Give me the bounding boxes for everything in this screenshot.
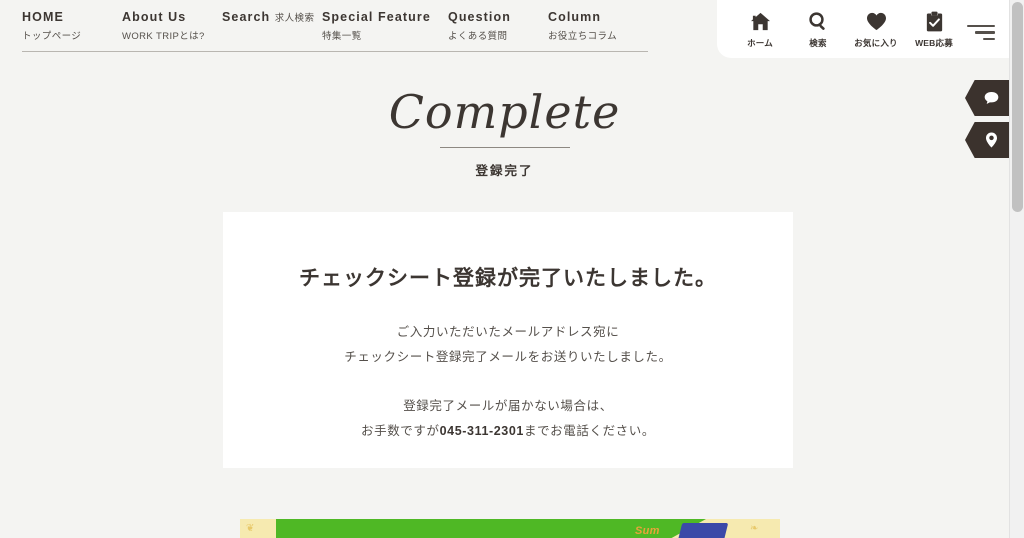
home-icon bbox=[750, 10, 771, 32]
title-divider bbox=[439, 147, 570, 149]
banner-text: Sum bbox=[635, 525, 660, 537]
utility-item-web-apply[interactable]: WEB応募 bbox=[905, 10, 963, 49]
utility-item-favorites[interactable]: お気に入り bbox=[847, 10, 905, 49]
nav-item-label-ja: 求人検索 bbox=[274, 13, 315, 24]
page-title-japanese: 登録完了 bbox=[475, 164, 534, 179]
nav-item-special-feature[interactable]: Special Feature 特集一覧 bbox=[322, 8, 448, 52]
primary-navigation: HOME トップページ About Us WORK TRIPとは? Search… bbox=[22, 8, 648, 52]
header-utility-icons: ホーム 検索 お気に入り WEB応募 bbox=[731, 10, 963, 49]
page-title-block: Complete 登録完了 bbox=[0, 88, 1009, 179]
site-header: HOME トップページ About Us WORK TRIPとは? Search… bbox=[0, 0, 1009, 62]
banner-blue-shape bbox=[677, 523, 729, 538]
nav-item-label-en: Search bbox=[222, 10, 271, 24]
utility-item-home[interactable]: ホーム bbox=[731, 10, 789, 49]
nav-item-label-en: Special Feature bbox=[322, 10, 431, 24]
nav-item-label-ja: 特集一覧 bbox=[322, 31, 362, 42]
paragraph-1-line-2: チェックシート登録完了メールをお送りいたしました。 bbox=[344, 350, 672, 364]
utility-item-label: 検索 bbox=[809, 38, 827, 48]
banner-leaf-left-icon: ❦ bbox=[246, 523, 255, 534]
nav-item-label-ja: よくある質問 bbox=[448, 31, 508, 42]
nav-item-label-en: HOME bbox=[22, 10, 64, 24]
paragraph-2-suffix: までお電話ください。 bbox=[523, 424, 655, 438]
completion-paragraph-2: 登録完了メールが届かない場合は、 お手数ですが045-311-2301までお電話… bbox=[223, 394, 793, 444]
completion-paragraph-1: ご入力いただいたメールアドレス宛に チェックシート登録完了メールをお送りいたしま… bbox=[223, 320, 793, 370]
scrollbar-thumb[interactable] bbox=[1012, 2, 1023, 212]
nav-item-label-ja: トップページ bbox=[22, 31, 82, 42]
clipboard-check-icon bbox=[926, 10, 943, 32]
nav-item-question[interactable]: Question よくある質問 bbox=[448, 8, 548, 52]
completion-card: チェックシート登録が完了いたしました。 ご入力いただいたメールアドレス宛に チェ… bbox=[223, 212, 793, 468]
utility-item-label: ホーム bbox=[747, 38, 773, 48]
hamburger-line bbox=[975, 31, 995, 34]
header-utility-panel: ホーム 検索 お気に入り WEB応募 bbox=[717, 0, 1009, 58]
nav-item-label-ja: WORK TRIPとは? bbox=[122, 31, 205, 42]
utility-item-search[interactable]: 検索 bbox=[789, 10, 847, 49]
nav-item-search[interactable]: Search 求人検索 bbox=[222, 8, 322, 52]
heart-icon bbox=[866, 10, 887, 32]
hamburger-line bbox=[967, 24, 995, 27]
page-viewport: HOME トップページ About Us WORK TRIPとは? Search… bbox=[0, 0, 1009, 538]
utility-item-label: お気に入り bbox=[854, 38, 898, 48]
nav-item-home[interactable]: HOME トップページ bbox=[22, 8, 122, 52]
telephone-number[interactable]: 045-311-2301 bbox=[440, 424, 524, 438]
hamburger-menu-icon[interactable] bbox=[965, 24, 995, 40]
nav-item-label-en: Question bbox=[448, 10, 511, 24]
nav-item-label-ja: お役立ちコラム bbox=[548, 31, 618, 42]
banner-leaf-right-icon: ❧ bbox=[750, 523, 759, 534]
page-title-script: Complete bbox=[388, 85, 621, 139]
nav-item-label-en: Column bbox=[548, 10, 602, 24]
completion-body: ご入力いただいたメールアドレス宛に チェックシート登録完了メールをお送りいたしま… bbox=[223, 320, 793, 444]
paragraph-2-prefix: お手数ですが bbox=[361, 424, 440, 438]
hamburger-line bbox=[983, 37, 995, 40]
completion-heading: チェックシート登録が完了いたしました。 bbox=[299, 267, 717, 290]
search-icon bbox=[808, 10, 828, 32]
nav-item-about-us[interactable]: About Us WORK TRIPとは? bbox=[122, 8, 222, 52]
nav-item-column[interactable]: Column お役立ちコラム bbox=[548, 8, 648, 52]
nav-item-label-en: About Us bbox=[122, 10, 187, 24]
bottom-promo-banner[interactable]: ❦ Sum ❧ bbox=[240, 519, 780, 538]
paragraph-1-line-1: ご入力いただいたメールアドレス宛に bbox=[396, 325, 620, 339]
utility-item-label: WEB応募 bbox=[915, 38, 953, 48]
paragraph-2-line-1: 登録完了メールが届かない場合は、 bbox=[403, 399, 613, 413]
page-scrollbar[interactable] bbox=[1009, 0, 1024, 538]
